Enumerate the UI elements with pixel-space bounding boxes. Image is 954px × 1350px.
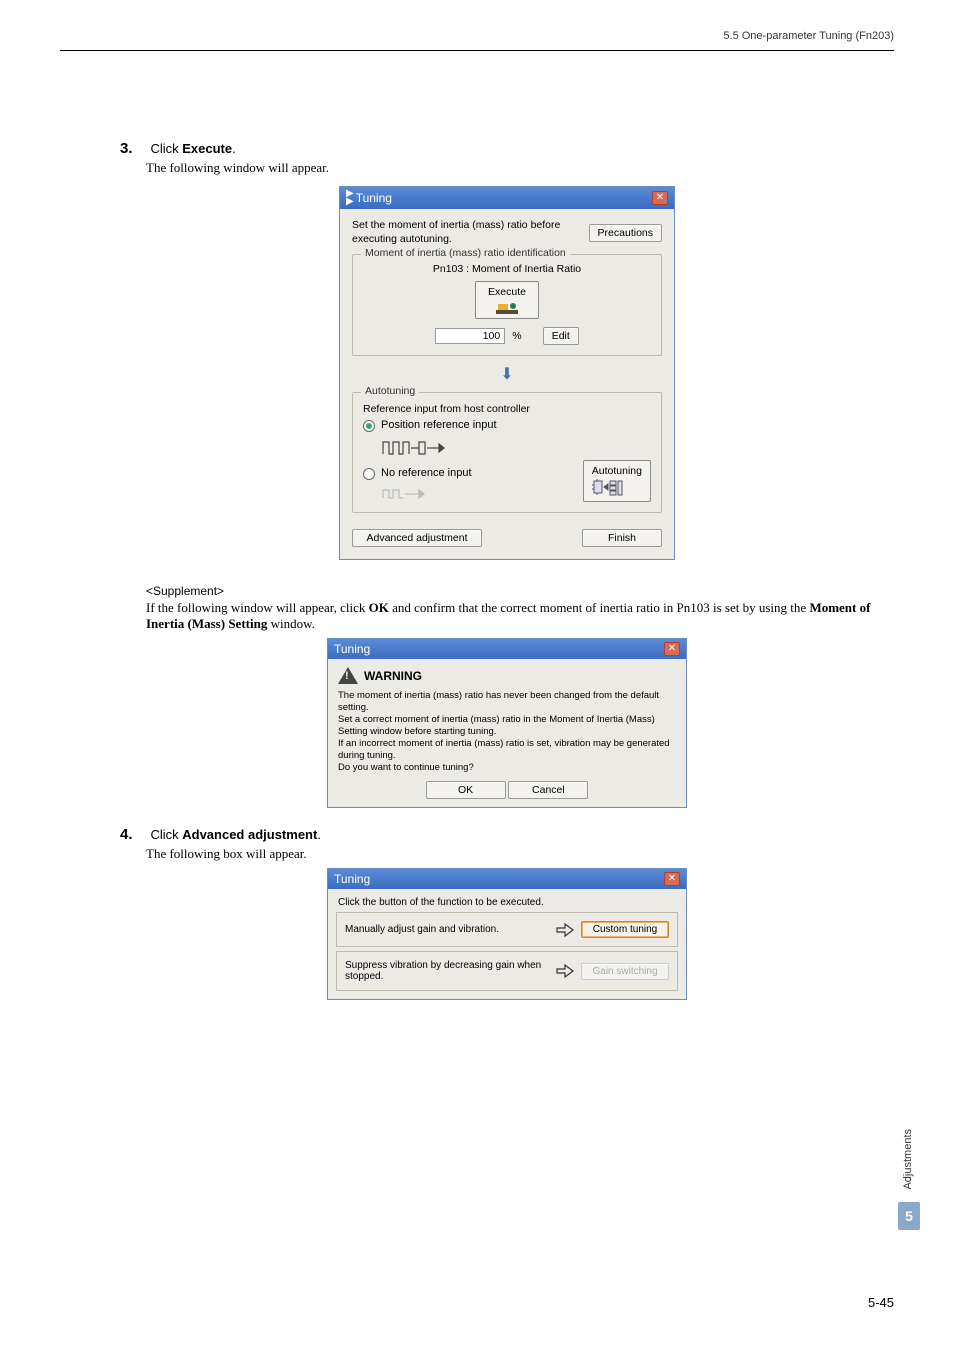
autotuning-icon xyxy=(592,477,624,497)
step-3-action: Click Execute. xyxy=(150,141,235,156)
pn103-value-input[interactable]: 100 xyxy=(435,328,505,344)
supp-a: If the following window will appear, cli… xyxy=(146,600,369,615)
reference-input-label: Reference input from host controller xyxy=(363,403,651,415)
pn103-label: Pn103 : Moment of Inertia Ratio xyxy=(363,263,651,275)
percent-label: % xyxy=(512,330,521,342)
function-titlebar: Tuning ✕ xyxy=(328,869,686,889)
close-icon[interactable]: ✕ xyxy=(664,642,680,656)
autotuning-fieldset: Autotuning Reference input from host con… xyxy=(352,392,662,513)
dialog-titlebar: ▶▶ Tuning ✕ xyxy=(340,187,674,209)
gain-switching-row: Suppress vibration by decreasing gain wh… xyxy=(336,951,678,991)
warn-line1: The moment of inertia (mass) ratio has n… xyxy=(338,690,676,714)
scale-icon xyxy=(494,300,520,316)
function-dialog-header: Click the button of the function to be e… xyxy=(336,895,678,908)
finish-button[interactable]: Finish xyxy=(582,529,662,547)
step-3-suffix: . xyxy=(232,141,236,156)
radio-no-reference[interactable]: No reference input xyxy=(363,467,583,480)
autotuning-label: Autotuning xyxy=(592,465,642,477)
tuning-dialog-main: ▶▶ Tuning ✕ Set the moment of inertia (m… xyxy=(339,186,675,560)
edit-button[interactable]: Edit xyxy=(543,327,579,345)
header-rule xyxy=(60,50,894,51)
custom-tuning-button[interactable]: Custom tuning xyxy=(581,921,669,938)
warning-titlebar: Tuning ✕ xyxy=(328,639,686,659)
no-reference-icon xyxy=(381,484,431,502)
precautions-button[interactable]: Precautions xyxy=(589,224,662,242)
radio-position-reference[interactable]: Position reference input xyxy=(363,419,651,432)
inertia-legend: Moment of inertia (mass) ratio identific… xyxy=(361,247,570,259)
warning-dialog: Tuning ✕ WARNING The moment of inertia (… xyxy=(327,638,687,808)
warning-triangle-icon xyxy=(338,667,358,684)
supp-bold1: OK xyxy=(369,600,389,615)
execute-button[interactable]: Execute xyxy=(475,281,539,319)
execute-label: Execute xyxy=(488,286,526,298)
step-4-number: 4. xyxy=(120,826,146,843)
warning-label: WARNING xyxy=(364,669,422,683)
supp-c: window. xyxy=(267,616,315,631)
autotuning-button[interactable]: Autotuning xyxy=(583,460,651,502)
gain-switching-button: Gain switching xyxy=(581,963,669,980)
autotuning-legend: Autotuning xyxy=(361,385,419,397)
down-arrow-icon: ⬇ xyxy=(352,364,662,384)
step-4-action: Click Advanced adjustment. xyxy=(150,827,321,842)
pulse-train-icon xyxy=(381,436,451,458)
close-icon[interactable]: ✕ xyxy=(664,872,680,886)
step-4-suffix: . xyxy=(317,827,321,842)
radio-selected-icon xyxy=(363,420,375,432)
step-3-desc: The following window will appear. xyxy=(146,160,894,176)
step-3-bold: Execute xyxy=(182,141,232,156)
arrow-right-icon xyxy=(555,923,575,937)
page-number: 5-45 xyxy=(868,1295,894,1310)
step-4-bold: Advanced adjustment xyxy=(182,827,317,842)
custom-tuning-row: Manually adjust gain and vibration. Cust… xyxy=(336,912,678,947)
warn-line3: If an incorrect moment of inertia (mass)… xyxy=(338,738,676,762)
step-3: 3. Click Execute. The following window w… xyxy=(120,140,894,176)
supplement-header: <Supplement> xyxy=(146,584,894,598)
close-icon[interactable]: ✕ xyxy=(652,191,668,205)
dialog-intro-text: Set the moment of inertia (mass) ratio b… xyxy=(352,219,589,246)
supplement-block: <Supplement> If the following window wil… xyxy=(146,584,894,632)
supp-b: and confirm that the correct moment of i… xyxy=(389,600,810,615)
side-chapter-number: 5 xyxy=(898,1202,920,1230)
page-header: 5.5 One-parameter Tuning (Fn203) xyxy=(723,30,894,42)
ok-button[interactable]: OK xyxy=(426,781,506,799)
step-3-prefix: Click xyxy=(150,141,182,156)
radio2-label: No reference input xyxy=(381,467,472,479)
side-tab-label: Adjustments xyxy=(902,1129,914,1190)
arrow-right-icon xyxy=(555,964,575,978)
step-3-number: 3. xyxy=(120,140,146,157)
dialog-title: Tuning xyxy=(356,191,392,205)
step-4: 4. Click Advanced adjustment. The follow… xyxy=(120,826,894,862)
function-dialog-title: Tuning xyxy=(334,872,370,886)
row2-label: Suppress vibration by decreasing gain wh… xyxy=(345,960,549,982)
warn-line4: Do you want to continue tuning? xyxy=(338,762,676,774)
cancel-button[interactable]: Cancel xyxy=(508,781,588,799)
inertia-fieldset: Moment of inertia (mass) ratio identific… xyxy=(352,254,662,356)
titlebar-icon: ▶▶ xyxy=(346,190,352,206)
function-dialog: Tuning ✕ Click the button of the functio… xyxy=(327,868,687,1000)
step-4-desc: The following box will appear. xyxy=(146,846,894,862)
row1-label: Manually adjust gain and vibration. xyxy=(345,924,549,935)
radio-unselected-icon xyxy=(363,468,375,480)
warn-line2: Set a correct moment of inertia (mass) r… xyxy=(338,714,676,738)
radio1-label: Position reference input xyxy=(381,419,497,431)
step-4-prefix: Click xyxy=(150,827,182,842)
advanced-adjustment-button[interactable]: Advanced adjustment xyxy=(352,529,482,547)
warning-dialog-title: Tuning xyxy=(334,642,370,656)
